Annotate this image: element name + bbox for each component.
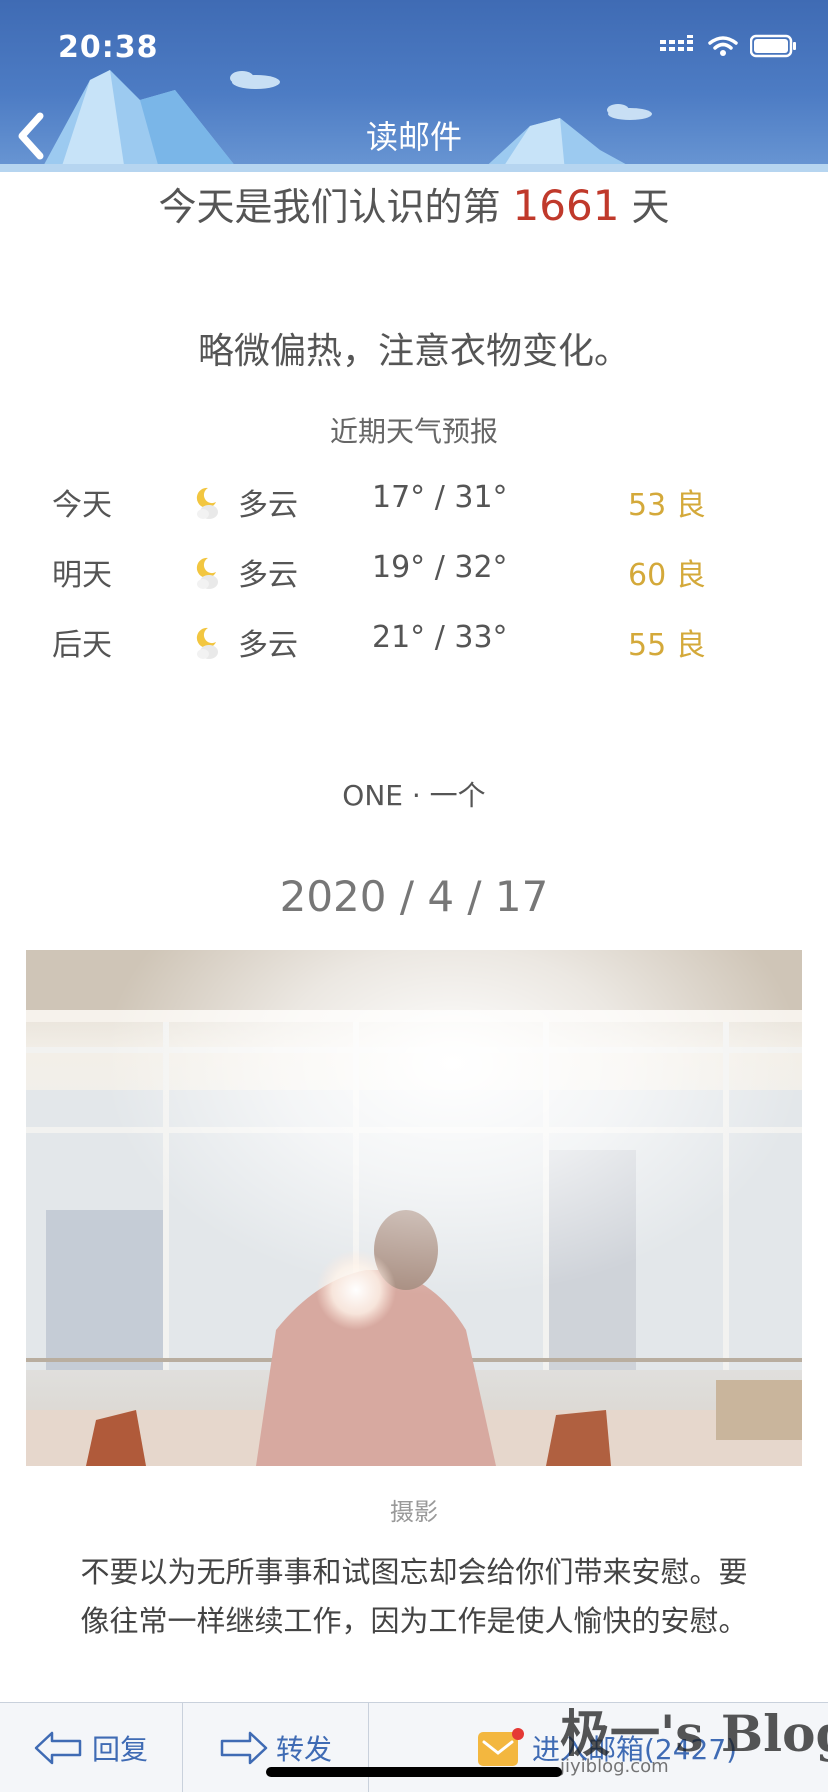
wifi-icon	[708, 36, 738, 56]
home-indicator[interactable]	[266, 1767, 562, 1777]
nav-header: 20:38 读邮件	[0, 0, 828, 172]
forward-button[interactable]: 转发	[218, 1703, 332, 1792]
partly-cloudy-night-icon	[196, 627, 218, 659]
weather-tip: 略微偏热，注意衣物变化。	[197, 331, 630, 372]
anniversary-line: 今天是我们认识的第 1661 天	[0, 176, 828, 231]
forecast-temperature: 21° / 33°	[372, 620, 508, 655]
forecast-day: 今天	[52, 488, 112, 523]
toolbar-divider	[368, 1703, 369, 1792]
forecast-aqi: 60 良	[628, 558, 706, 593]
partly-cloudy-night-icon	[196, 487, 218, 519]
forecast-temperature: 17° / 31°	[372, 480, 508, 515]
forecast-temperature: 19° / 32°	[372, 550, 508, 585]
forecast-condition: 多云	[238, 628, 298, 663]
forecast-day: 明天	[52, 558, 112, 593]
anniversary-prefix: 今天是我们认识的第	[158, 185, 513, 229]
daily-quote: 不要以为无所事事和试图忘却会给你们带来安慰。要像往常一样继续工作，因为工作是使人…	[80, 1555, 748, 1638]
toolbar-divider	[182, 1703, 183, 1792]
page-title: 读邮件	[365, 118, 462, 156]
forecast-condition: 多云	[238, 558, 298, 593]
forward-label: 转发	[276, 1733, 333, 1766]
forecast-title: 近期天气预报	[329, 415, 498, 448]
photo-caption: 摄影	[390, 1498, 438, 1526]
forward-arrow-icon	[220, 1731, 268, 1765]
forecast-day: 后天	[52, 628, 112, 663]
status-time: 20:38	[58, 30, 159, 65]
header-bottom-strip	[0, 164, 828, 172]
battery-icon	[750, 34, 796, 58]
forecast-row: 后天 多云 21° / 33° 55 良	[0, 612, 828, 663]
partly-cloudy-night-icon	[196, 557, 218, 589]
blog-watermark-url: jiyiblog.com	[560, 1756, 669, 1777]
anniversary-days: 1661	[512, 181, 620, 230]
reply-label: 回复	[92, 1733, 149, 1766]
forecast-aqi: 53 良	[628, 488, 706, 523]
one-date: 2020 / 4 / 17	[279, 872, 549, 921]
reply-button[interactable]: 回复	[34, 1703, 148, 1792]
office-window-photo	[26, 950, 802, 1466]
mail-icon	[478, 1728, 524, 1766]
one-photo	[26, 950, 802, 1466]
status-icons	[660, 34, 798, 58]
forecast-row: 明天 多云 19° / 32° 60 良	[0, 542, 828, 593]
forecast-row: 今天 多云 17° / 31° 53 良	[0, 472, 828, 523]
one-section-label: ONE · 一个	[342, 779, 486, 812]
anniversary-suffix: 天	[619, 185, 670, 229]
reply-arrow-icon	[34, 1731, 82, 1765]
signal-icon	[660, 35, 693, 51]
forecast-aqi: 55 良	[628, 628, 706, 663]
forecast-condition: 多云	[238, 488, 298, 523]
